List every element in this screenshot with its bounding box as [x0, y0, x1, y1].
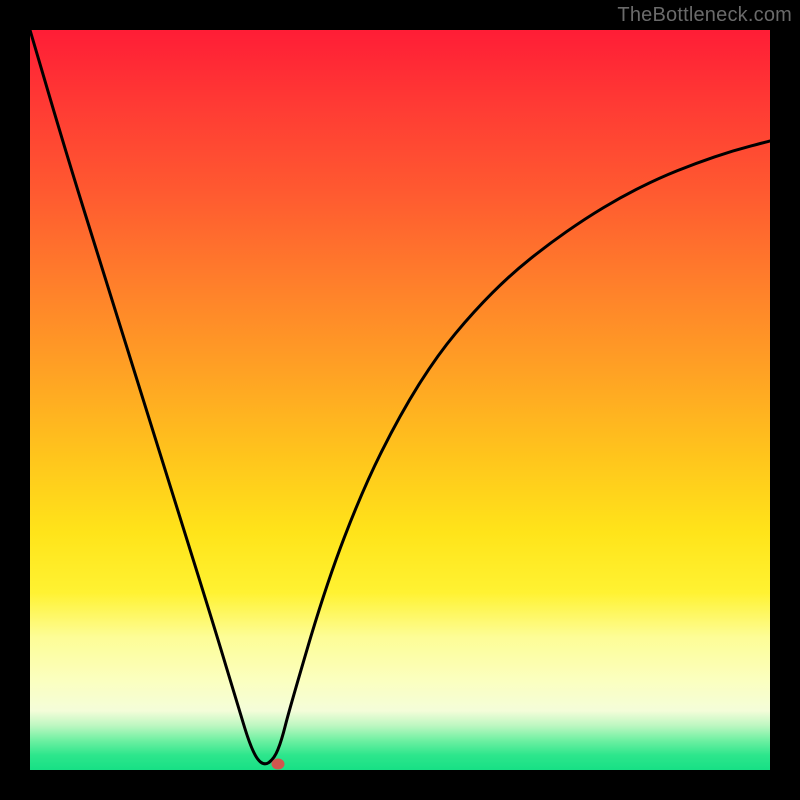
curve-svg	[30, 30, 770, 770]
optimum-marker	[271, 759, 284, 770]
chart-frame: TheBottleneck.com	[0, 0, 800, 800]
plot-area	[30, 30, 770, 770]
bottleneck-curve	[30, 30, 770, 764]
watermark-text: TheBottleneck.com	[617, 4, 792, 27]
